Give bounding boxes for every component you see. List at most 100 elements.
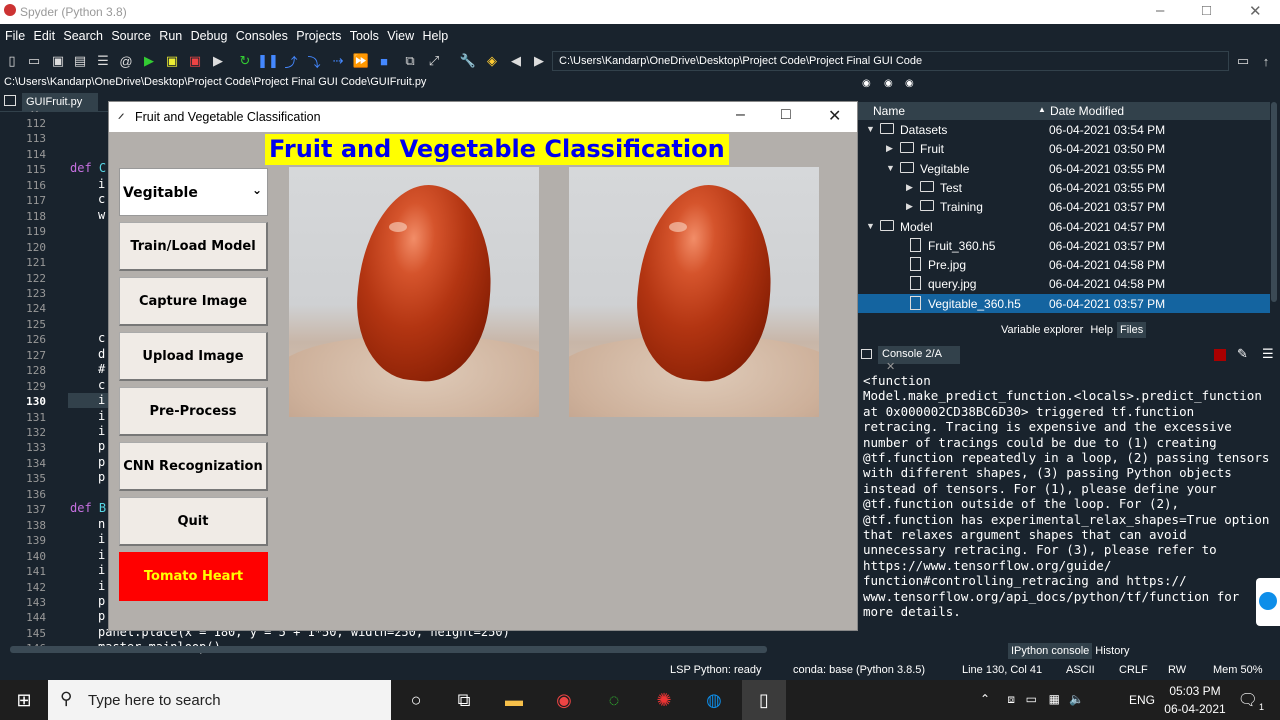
editor-horizontal-scrollbar[interactable] [10,646,767,653]
folder-row[interactable]: ▼ Datasets 06-04-2021 03:54 PM [858,120,1270,139]
stop-debug-icon[interactable]: ■ [376,53,392,69]
maximize-button[interactable]: □ [1202,2,1211,19]
taskbar-search[interactable]: ⚲ Type here to search [48,680,391,720]
at-icon[interactable]: @ [118,53,134,69]
folder-row[interactable]: ▼ Vegitable 06-04-2021 03:55 PM [858,159,1270,178]
task-view-icon[interactable]: ⧉ [448,686,480,714]
pre-process-button[interactable]: Pre-Process [119,387,268,436]
run-cell-advance-icon[interactable]: ▣ [187,53,203,69]
parent-dir-icon[interactable]: ↑ [1258,53,1274,69]
folder-row[interactable]: ▶ Fruit 06-04-2021 03:50 PM [858,139,1270,158]
tab-files[interactable]: Files [1116,322,1147,338]
column-name[interactable]: Name [873,104,905,118]
collapse-arrow-icon[interactable]: ▶ [906,201,913,212]
files-scrollbar[interactable] [1270,102,1278,312]
quit-button[interactable]: Quit [119,497,268,546]
menu-debug[interactable]: Debug [186,24,228,43]
forward-arrow-icon[interactable]: ▶ [531,53,547,69]
folder-row[interactable]: ▼ Model 06-04-2021 04:57 PM [858,217,1270,236]
menu-edit[interactable]: Edit [29,24,56,43]
collapse-arrow-icon[interactable]: ▶ [886,143,893,154]
menu-view[interactable]: View [382,24,414,43]
python-icon[interactable]: ◈ [484,53,500,69]
document-app-icon[interactable]: ▯ [742,680,786,720]
file-row[interactable]: query.jpg 06-04-2021 04:58 PM [858,274,1270,293]
teamviewer-taskbar-icon[interactable]: ◍ [698,686,730,714]
browse-tabs-icon[interactable] [4,95,16,106]
back-dot-icon[interactable]: ◉ [862,78,871,89]
tk-maximize-button[interactable]: □ [781,106,791,124]
fullscreen-icon[interactable]: ⤢ [426,53,442,69]
tray-chevron-up-icon[interactable]: ⌃ [980,692,990,706]
tab-history[interactable]: History [1092,643,1133,659]
stop-kernel-icon[interactable] [1214,349,1226,361]
volume-icon[interactable]: 🔈 [1069,692,1084,706]
step-into-icon[interactable]: ⤵ [306,53,322,70]
working-directory-combo[interactable]: C:\Users\Kandarp\OneDrive\Desktop\Projec… [552,51,1229,71]
menu-run[interactable]: Run [154,24,182,43]
tab-help[interactable]: Help [1087,322,1116,338]
file-row[interactable]: Fruit_360.h5 06-04-2021 03:57 PM [858,236,1270,255]
train-load-model-button[interactable]: Train/Load Model [119,222,268,271]
minimize-button[interactable]: – [1156,2,1164,19]
rerun-icon[interactable]: ↻ [237,53,253,69]
browse-folder-icon[interactable]: ▭ [1235,53,1251,69]
forward-dot-icon[interactable]: ◉ [884,78,893,89]
menu-projects[interactable]: Projects [291,24,341,43]
console-menu-icon[interactable]: ☰ [1262,346,1274,362]
folder-row[interactable]: ▶ Training 06-04-2021 03:57 PM [858,197,1270,216]
console-output[interactable]: <function Model.make_predict_function.<l… [863,373,1273,620]
expand-arrow-icon[interactable]: ▼ [866,221,875,231]
console-tab[interactable]: Console 2/A ✕ [878,346,960,373]
wrench-icon[interactable]: 🔧 [460,53,476,69]
expand-arrow-icon[interactable]: ▼ [886,163,895,173]
capture-image-button[interactable]: Capture Image [119,277,268,326]
language-indicator[interactable]: ENG [1125,693,1155,707]
run-icon[interactable]: ▶ [141,53,157,69]
category-select[interactable]: Vegitable ⌄ [119,168,268,216]
step-return-icon[interactable]: ⇢ [330,53,346,69]
new-file-icon[interactable]: ▯ [4,53,20,69]
list-icon[interactable]: ☰ [95,53,111,69]
menu-tools[interactable]: Tools [345,24,379,43]
maximize-pane-icon[interactable]: ⧉ [402,53,418,69]
console-browse-icon[interactable] [861,349,872,359]
save-icon[interactable]: ▣ [50,53,66,69]
tray-device-icon[interactable]: ⧈ [1007,692,1015,707]
eraser-icon[interactable]: ✎ [1237,346,1248,362]
up-dot-icon[interactable]: ◉ [905,78,914,89]
save-all-icon[interactable]: ▤ [72,53,88,69]
continue-icon[interactable]: ⏩ [353,53,369,69]
menu-search[interactable]: Search [58,24,103,43]
menu-source[interactable]: Source [106,24,151,43]
tab-ipython-console[interactable]: IPython console [1008,643,1093,659]
file-row[interactable]: Vegitable_360.h5 06-04-2021 03:57 PM [858,293,1270,313]
run-selection-icon[interactable]: ▶ [210,53,226,69]
expand-arrow-icon[interactable]: ▼ [866,124,875,134]
editor-tab[interactable]: GUIFruit.py ✕ [22,93,98,121]
refresh-app-icon[interactable]: ◌ [598,686,630,714]
tk-minimize-button[interactable]: – [736,106,745,124]
tk-close-button[interactable]: ✕ [828,106,841,126]
collapse-arrow-icon[interactable]: ▶ [906,182,913,193]
run-cell-icon[interactable]: ▣ [164,53,180,69]
spyder-taskbar-icon[interactable]: ✺ [648,686,680,714]
menu-file[interactable]: File [0,24,25,43]
close-console-icon[interactable]: ✕ [886,361,895,373]
folder-row[interactable]: ▶ Test 06-04-2021 03:55 PM [858,178,1270,197]
tab-variable-explorer[interactable]: Variable explorer [998,322,1087,338]
open-file-icon[interactable]: ▭ [26,53,42,69]
menu-consoles[interactable]: Consoles [231,24,288,43]
cortana-icon[interactable]: ○ [400,686,432,714]
cnn-recognization-button[interactable]: CNN Recognization [119,442,268,491]
menu-help[interactable]: Help [417,24,448,43]
network-icon[interactable]: ▦ [1049,692,1060,706]
teamviewer-side-widget[interactable] [1256,578,1280,626]
column-date[interactable]: Date Modified [1050,104,1124,118]
close-button[interactable]: ✕ [1249,2,1262,20]
debug-icon[interactable]: ❚❚ [257,53,279,69]
file-row[interactable]: Pre.jpg 06-04-2021 04:58 PM [858,255,1270,274]
windows-start-icon[interactable]: ⊞ [8,686,40,714]
clock-time[interactable]: 05:03 PM [1160,684,1230,698]
battery-icon[interactable]: ▭ [1026,692,1037,706]
